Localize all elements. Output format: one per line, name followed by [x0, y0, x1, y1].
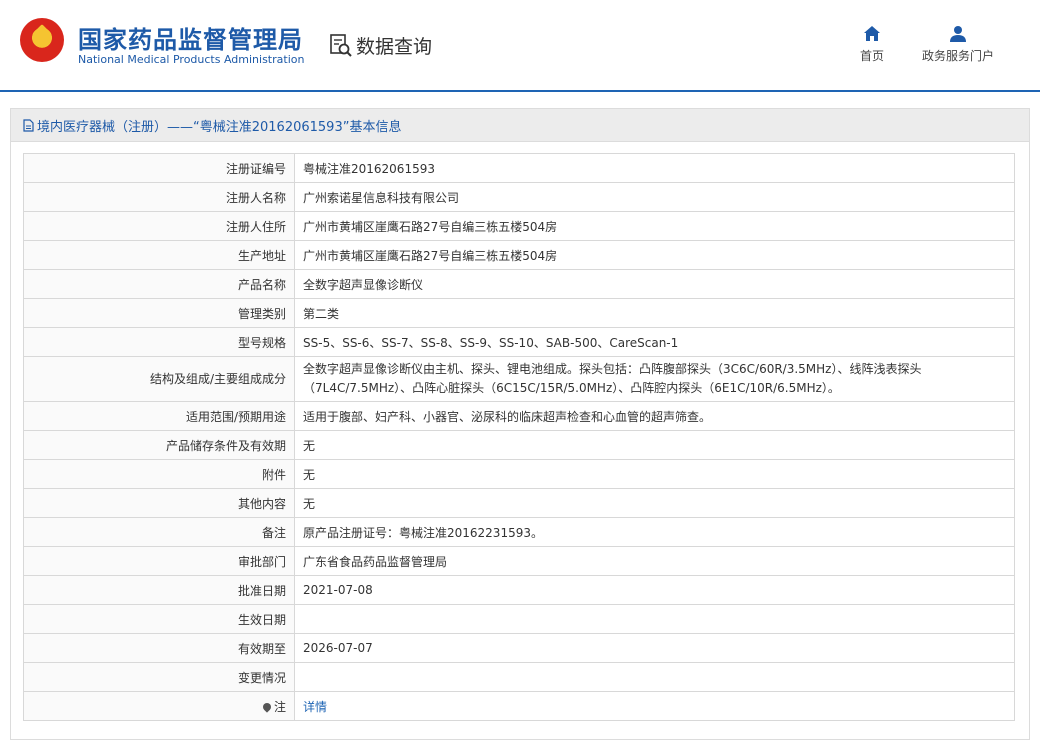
field-value: 广州索诺星信息科技有限公司: [294, 182, 1015, 212]
table-row: 其他内容无: [23, 488, 1015, 518]
field-value: 广东省食品药品监督管理局: [294, 546, 1015, 576]
table-row: 型号规格 SS-5、SS-6、SS-7、SS-8、SS-9、SS-10、SAB-5…: [23, 327, 1015, 357]
nav-portal-label: 政务服务门户: [922, 49, 995, 63]
user-icon: [950, 26, 966, 42]
details-link[interactable]: 详情: [303, 700, 327, 714]
table-row-note: 注 详情: [23, 691, 1015, 721]
table-row: 批准日期 2021-07-08: [23, 575, 1015, 605]
table-row: 适用范围/预期用途 适用于腹部、妇产科、小器官、泌尿科的临床超声检查和心血管的超声…: [23, 401, 1015, 431]
field-value: SS-5、SS-6、SS-7、SS-8、SS-9、SS-10、SAB-500、C…: [294, 327, 1015, 357]
field-key: 结构及组成/主要组成成分: [23, 356, 295, 402]
card-title-text: 境内医疗器械（注册）——“粤械注准20162061593”基本信息: [37, 119, 402, 135]
nav-home-label: 首页: [860, 49, 885, 63]
nav-home[interactable]: 首页: [860, 25, 884, 64]
table-row: 产品储存条件及有效期无: [23, 430, 1015, 460]
field-value: 广州市黄埔区崖鹰石路27号自编三栋五楼504房: [294, 211, 1015, 241]
field-value: 广州市黄埔区崖鹰石路27号自编三栋五楼504房: [294, 240, 1015, 270]
field-value: [294, 662, 1015, 692]
site-title: 国家药品监督管理局: [78, 26, 303, 54]
note-value: 详情: [294, 691, 1015, 721]
nav-service-portal[interactable]: 政务服务门户: [922, 25, 994, 64]
site-header: 国家药品监督管理局 National Medical Products Admi…: [0, 0, 1040, 92]
table-row: 结构及组成/主要组成成分 全数字超声显像诊断仪由主机、探头、锂电池组成。探头包括：…: [23, 356, 1015, 402]
field-value: 适用于腹部、妇产科、小器官、泌尿科的临床超声检查和心血管的超声筛查。: [294, 401, 1015, 431]
table-row: 注册人名称 广州索诺星信息科技有限公司: [23, 182, 1015, 212]
table-row: 管理类别 第二类: [23, 298, 1015, 328]
field-value: 全数字超声显像诊断仪: [294, 269, 1015, 299]
field-value: 2026-07-07: [294, 633, 1015, 663]
field-value: 无: [294, 488, 1015, 518]
table-row: 产品名称 全数字超声显像诊断仪: [23, 269, 1015, 299]
field-value: 粤械注准20162061593: [294, 153, 1015, 183]
table-row: 附件无: [23, 459, 1015, 489]
document-icon: [23, 118, 34, 132]
table-row: 注册人住所 广州市黄埔区崖鹰石路27号自编三栋五楼504房: [23, 211, 1015, 241]
card-title: 境内医疗器械（注册）——“粤械注准20162061593”基本信息: [11, 109, 1029, 142]
field-value: 无: [294, 430, 1015, 460]
note-label: 注: [273, 699, 286, 714]
field-key: 批准日期: [23, 575, 295, 605]
table-row: 注册证编号 粤械注准20162061593: [23, 153, 1015, 183]
table-row: 变更情况: [23, 662, 1015, 692]
field-key: 变更情况: [23, 662, 295, 692]
field-key: 有效期至: [23, 633, 295, 663]
note-key: 注: [23, 691, 295, 721]
field-key: 备注: [23, 517, 295, 547]
table-row: 备注 原产品注册证号：粤械注准20162231593。: [23, 517, 1015, 547]
field-key: 生效日期: [23, 604, 295, 634]
field-key: 产品储存条件及有效期: [23, 430, 295, 460]
detail-table: 注册证编号 粤械注准20162061593 注册人名称 广州索诺星信息科技有限公司 …: [23, 153, 1015, 721]
info-card: 境内医疗器械（注册）——“粤械注准20162061593”基本信息 注册证编号粤…: [10, 108, 1030, 740]
table-row: 生产地址 广州市黄埔区崖鹰石路27号自编三栋五楼504房: [23, 240, 1015, 270]
pin-icon: [261, 700, 273, 713]
field-value: 全数字超声显像诊断仪由主机、探头、锂电池组成。探头包括：凸阵腹部探头（3C6C/…: [294, 356, 1015, 402]
data-query-heading: 数据查询: [330, 32, 432, 59]
site-subtitle: National Medical Products Administration: [78, 53, 305, 66]
field-key: 注册人名称: [23, 182, 295, 212]
field-key: 适用范围/预期用途: [23, 401, 295, 431]
field-key: 审批部门: [23, 546, 295, 576]
field-key: 其他内容: [23, 488, 295, 518]
field-value: 第二类: [294, 298, 1015, 328]
field-key: 生产地址: [23, 240, 295, 270]
field-value: 原产品注册证号：粤械注准20162231593。: [294, 517, 1015, 547]
field-key: 附件: [23, 459, 295, 489]
table-row: 审批部门 广东省食品药品监督管理局: [23, 546, 1015, 576]
field-key: 注册证编号: [23, 153, 295, 183]
field-key: 产品名称: [23, 269, 295, 299]
field-key: 注册人住所: [23, 211, 295, 241]
national-emblem-icon: [20, 18, 64, 62]
data-query-label: 数据查询: [356, 36, 433, 58]
field-value: [294, 604, 1015, 634]
field-value: 2021-07-08: [294, 575, 1015, 605]
table-row: 生效日期: [23, 604, 1015, 634]
field-key: 管理类别: [23, 298, 295, 328]
home-icon: [864, 26, 880, 41]
table-row: 有效期至 2026-07-07: [23, 633, 1015, 663]
field-value: 无: [294, 459, 1015, 489]
document-search-icon: [330, 33, 352, 57]
field-key: 型号规格: [23, 327, 295, 357]
